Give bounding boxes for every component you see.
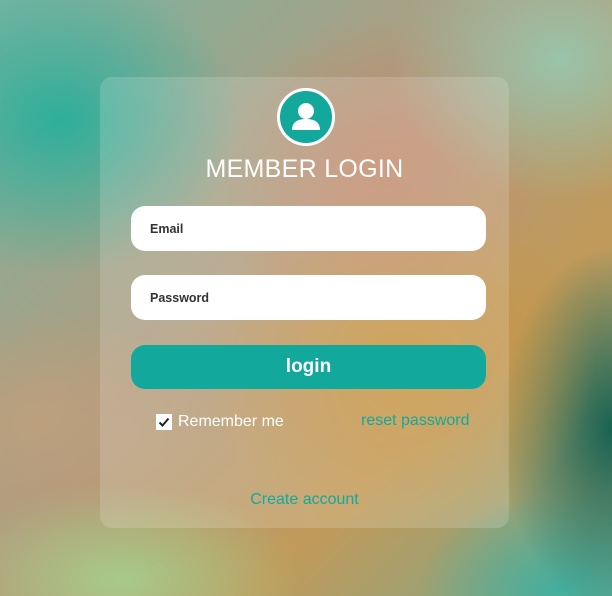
checkmark-icon	[158, 417, 170, 427]
email-input[interactable]	[148, 220, 486, 237]
password-input[interactable]	[148, 289, 486, 306]
page-title: MEMBER LOGIN	[205, 155, 404, 183]
login-button[interactable]: login	[131, 345, 486, 389]
password-field[interactable]	[131, 275, 486, 320]
email-field[interactable]	[131, 206, 486, 251]
remember-label: Remember me	[178, 413, 284, 430]
reset-password-link[interactable]: reset password	[361, 412, 470, 430]
remember-checkbox[interactable]	[156, 414, 172, 430]
user-avatar-icon	[277, 88, 335, 146]
remember-me-toggle[interactable]: Remember me	[156, 413, 284, 431]
login-card: MEMBER LOGIN login Remember me reset pas…	[100, 77, 509, 528]
create-account-link[interactable]: Create account	[100, 491, 509, 509]
